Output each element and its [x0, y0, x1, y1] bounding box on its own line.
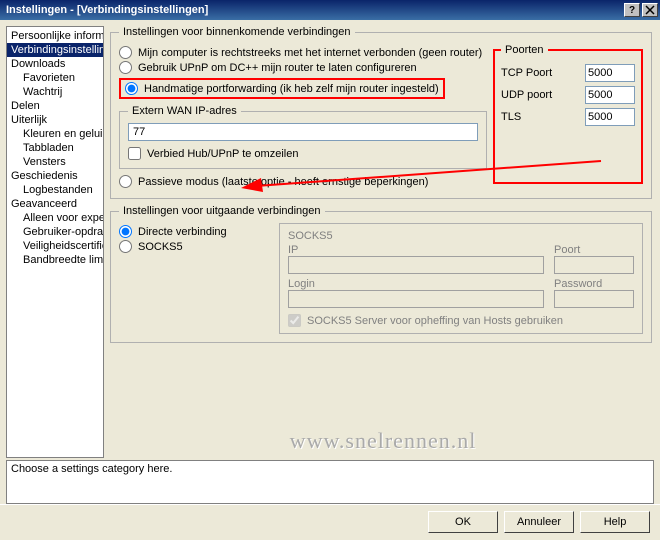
radio-direct-label: Mijn computer is rechtstreeks met het in…	[138, 47, 482, 59]
tcp-label: TCP Poort	[501, 67, 585, 79]
tree-item[interactable]: Persoonlijke informatie	[7, 29, 103, 43]
tree-item[interactable]: Alleen voor experts	[7, 211, 103, 225]
tree-item[interactable]: Delen	[7, 99, 103, 113]
settings-tree[interactable]: Persoonlijke informatieVerbindingsinstel…	[6, 26, 104, 458]
tree-item[interactable]: Kleuren en geluid	[7, 127, 103, 141]
watermark: www.snelrennen.nl	[290, 428, 477, 454]
tree-item[interactable]: Geschiedenis	[7, 169, 103, 183]
udp-label: UDP poort	[501, 89, 585, 101]
radio-direct[interactable]	[119, 46, 132, 59]
tree-item[interactable]: Tabbladen	[7, 141, 103, 155]
radio-manual[interactable]	[125, 82, 138, 95]
radio-out-socks[interactable]	[119, 240, 132, 253]
close-titlebar-button[interactable]	[642, 3, 658, 17]
socks-title: SOCKS5	[288, 230, 634, 242]
help-button[interactable]: Help	[580, 511, 650, 533]
socks-resolve-label: SOCKS5 Server voor opheffing van Hosts g…	[307, 315, 563, 327]
tree-item[interactable]: Geavanceerd	[7, 197, 103, 211]
socks-port-input	[554, 256, 634, 274]
tls-port-input[interactable]	[585, 108, 635, 126]
tree-item[interactable]: Bandbreedte limiteren	[7, 253, 103, 267]
annotation-arrow	[241, 156, 611, 196]
tree-item[interactable]: Logbestanden	[7, 183, 103, 197]
radio-out-direct[interactable]	[119, 225, 132, 238]
tree-item[interactable]: Vensters	[7, 155, 103, 169]
socks-password-input	[554, 290, 634, 308]
nohub-checkbox[interactable]	[128, 147, 141, 160]
incoming-legend: Instellingen voor binnenkomende verbindi…	[119, 26, 355, 38]
window-title: Instellingen - [Verbindingsinstellingen]	[6, 4, 622, 16]
wan-legend: Extern WAN IP-adres	[128, 105, 241, 117]
outgoing-group: Instellingen voor uitgaande verbindingen…	[110, 205, 652, 343]
socks-password-label: Password	[554, 278, 602, 290]
ports-legend: Poorten	[501, 44, 548, 56]
hint-box: Choose a settings category here.	[6, 460, 654, 504]
tcp-port-input[interactable]	[585, 64, 635, 82]
cancel-button[interactable]: Annuleer	[504, 511, 574, 533]
tree-item[interactable]: Downloads	[7, 57, 103, 71]
tree-item[interactable]: Gebruiker-opdrachten	[7, 225, 103, 239]
tree-item[interactable]: Veiligheidscertificaten	[7, 239, 103, 253]
help-titlebar-button[interactable]: ?	[624, 3, 640, 17]
close-icon	[645, 5, 655, 15]
tree-item[interactable]: Verbindingsinstellingen	[7, 43, 103, 57]
tree-item[interactable]: Wachtrij	[7, 85, 103, 99]
socks-box: SOCKS5 IP Poort Login Password SOCKS5 Se…	[279, 223, 643, 334]
socks-login-label: Login	[288, 278, 315, 290]
radio-manual-label: Handmatige portforwarding (ik heb zelf m…	[144, 83, 439, 95]
outgoing-legend: Instellingen voor uitgaande verbindingen	[119, 205, 325, 217]
tree-item[interactable]: Favorieten	[7, 71, 103, 85]
radio-out-direct-label: Directe verbinding	[138, 226, 227, 238]
socks-login-input	[288, 290, 544, 308]
socks-ip-input	[288, 256, 544, 274]
socks-ip-label: IP	[288, 244, 298, 256]
ok-button[interactable]: OK	[428, 511, 498, 533]
radio-out-socks-label: SOCKS5	[138, 241, 183, 253]
radio-upnp[interactable]	[119, 61, 132, 74]
socks-port-label: Poort	[554, 244, 580, 256]
radio-upnp-label: Gebruik UPnP om DC++ mijn router te late…	[138, 62, 417, 74]
wan-ip-input[interactable]	[128, 123, 478, 141]
socks-resolve-checkbox	[288, 314, 301, 327]
tree-item[interactable]: Uiterlijk	[7, 113, 103, 127]
tls-label: TLS	[501, 111, 585, 123]
udp-port-input[interactable]	[585, 86, 635, 104]
radio-passive[interactable]	[119, 175, 132, 188]
incoming-group: Instellingen voor binnenkomende verbindi…	[110, 26, 652, 199]
